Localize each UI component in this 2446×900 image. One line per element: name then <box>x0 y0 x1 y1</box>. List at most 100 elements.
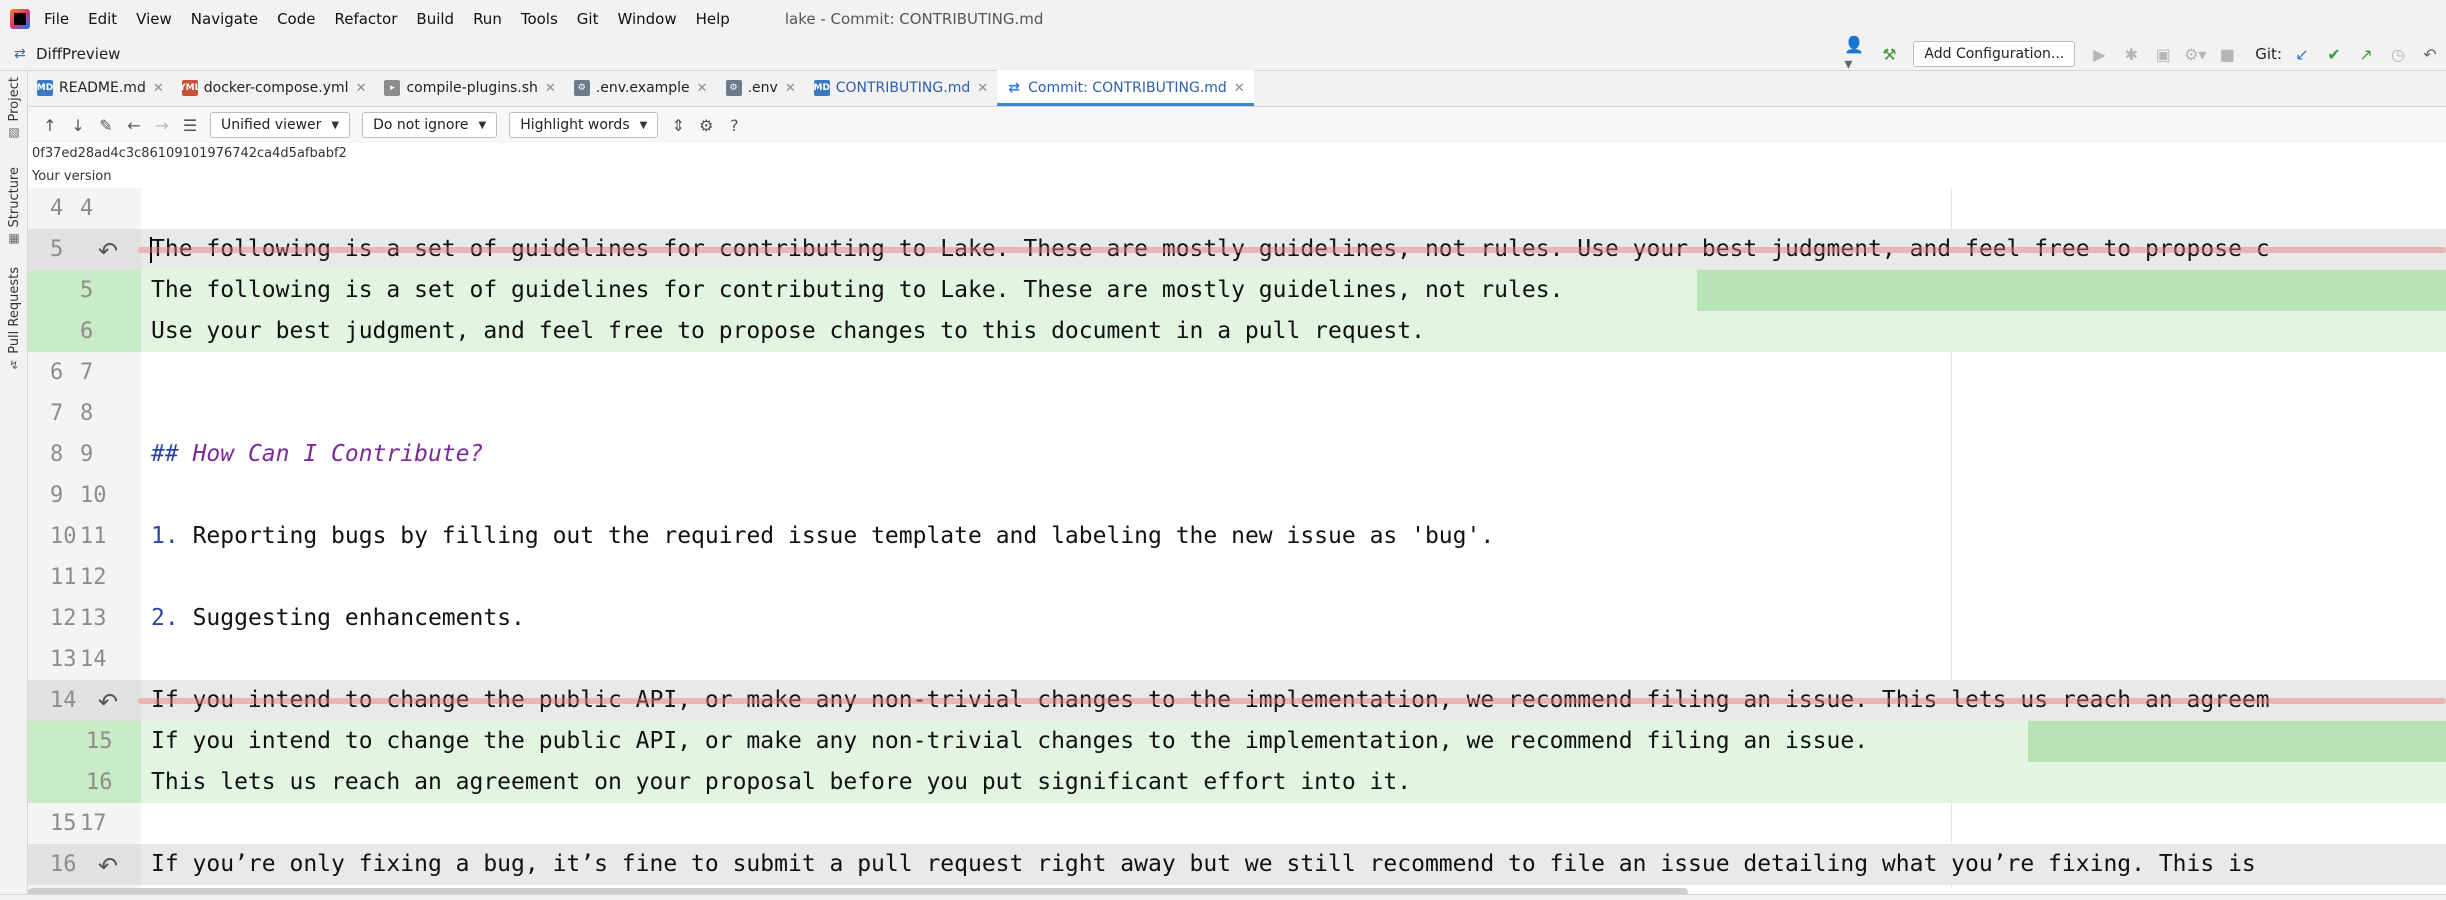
add-configuration-button[interactable]: Add Configuration... <box>1913 41 2076 67</box>
revert-change-icon[interactable]: ↶ <box>98 852 118 880</box>
coverage-icon[interactable]: ▣ <box>2150 41 2176 67</box>
menu-help[interactable]: Help <box>696 10 730 28</box>
edit-source-icon[interactable]: ✎ <box>92 111 120 139</box>
structure-tool-button[interactable]: Structure ▦ <box>0 167 28 245</box>
tab-commit-contributing[interactable]: ⇄ Commit: CONTRIBUTING.md ✕ <box>997 70 1254 106</box>
diff-icon: ⇄ <box>14 45 26 62</box>
file-list-icon[interactable]: ☰ <box>176 111 204 139</box>
highlight-mode-value: Highlight words <box>520 117 630 133</box>
tab-env[interactable]: ⚙ .env ✕ <box>717 70 805 106</box>
new-line-number: 17 <box>80 811 107 836</box>
diff-line[interactable]: 11 12 <box>28 557 2446 598</box>
profile-icon[interactable]: ⚙▾ <box>2182 41 2208 67</box>
help-button[interactable]: ? <box>720 111 748 139</box>
added-line[interactable]: 15 If you intend to change the public AP… <box>28 721 2446 762</box>
new-line-number: 10 <box>80 483 107 508</box>
line-numbers: 15 17 <box>28 803 141 844</box>
menu-navigate[interactable]: Navigate <box>191 10 258 28</box>
tab-env-example[interactable]: ⚙ .env.example ✕ <box>565 70 717 106</box>
deletion-strikethrough <box>138 247 2446 253</box>
menu-refactor[interactable]: Refactor <box>334 10 397 28</box>
menu-code[interactable]: Code <box>277 10 315 28</box>
navbar-actions: 👤▾ ⚒ Add Configuration... ▶ ✱ ▣ ⚙▾ ■ Git… <box>1841 35 2446 73</box>
build-hammer-icon[interactable]: ⚒ <box>1876 41 1902 67</box>
new-line-number: 6 <box>80 319 94 344</box>
close-icon[interactable]: ✕ <box>785 81 796 96</box>
git-history-icon[interactable]: ◷ <box>2385 41 2411 67</box>
line-numbers: 15 <box>28 721 141 762</box>
added-line[interactable]: 6 Use your best judgment, and feel free … <box>28 311 2446 352</box>
menu-run[interactable]: Run <box>473 10 502 28</box>
menu-git[interactable]: Git <box>577 10 599 28</box>
menu-edit[interactable]: Edit <box>88 10 117 28</box>
git-rollback-icon[interactable]: ↶ <box>2417 41 2443 67</box>
diff-line[interactable]: 12 13 2. Suggesting enhancements. <box>28 598 2446 639</box>
close-icon[interactable]: ✕ <box>153 81 164 96</box>
deleted-line[interactable]: 5 ↶ The following is a set of guidelines… <box>28 229 2446 270</box>
diff-line[interactable]: 15 17 <box>28 803 2446 844</box>
tab-compile-plugins[interactable]: ▸ compile-plugins.sh ✕ <box>375 70 564 106</box>
line-numbers: 6 7 <box>28 352 141 393</box>
diff-line[interactable]: 13 14 <box>28 639 2446 680</box>
next-difference-icon[interactable]: ↓ <box>64 111 92 139</box>
collapse-unchanged-icon[interactable]: ⇕ <box>664 111 692 139</box>
added-line[interactable]: 16 This lets us reach an agreement on yo… <box>28 762 2446 803</box>
diff-line[interactable]: 8 9 ## How Can I Contribute? <box>28 434 2446 475</box>
diff-editor[interactable]: 4 4 5 ↶ The following is a set of guidel… <box>28 188 2446 888</box>
stop-icon[interactable]: ■ <box>2214 41 2240 67</box>
pull-requests-tool-button[interactable]: Pull Requests ↯ <box>0 267 28 372</box>
revert-change-icon[interactable]: ↶ <box>98 688 118 716</box>
tab-label: docker-compose.yml <box>203 80 349 96</box>
settings-gear-icon[interactable]: ⚙ <box>692 111 720 139</box>
diff-line[interactable]: 6 7 <box>28 352 2446 393</box>
revert-change-icon[interactable]: ↶ <box>98 237 118 265</box>
added-line[interactable]: 5 The following is a set of guidelines f… <box>28 270 2446 311</box>
viewer-mode-dropdown[interactable]: Unified viewer ▼ <box>210 112 351 138</box>
old-line-number: 16 <box>50 852 77 877</box>
deleted-line[interactable]: 14 ↶ If you intend to change the public … <box>28 680 2446 721</box>
close-icon[interactable]: ✕ <box>1234 81 1245 96</box>
line-text: 2. Suggesting enhancements. <box>151 598 525 639</box>
highlight-mode-dropdown[interactable]: Highlight words ▼ <box>509 112 659 138</box>
new-line-number: 15 <box>86 729 113 754</box>
previous-difference-icon[interactable]: ↑ <box>36 111 64 139</box>
status-bar <box>0 894 2446 900</box>
git-commit-icon[interactable]: ✔ <box>2321 41 2347 67</box>
menu-build[interactable]: Build <box>416 10 454 28</box>
diff-line[interactable]: 4 4 <box>28 188 2446 229</box>
close-icon[interactable]: ✕ <box>545 81 556 96</box>
old-line-number: 6 <box>50 360 64 385</box>
new-line-number: 16 <box>86 770 113 795</box>
close-icon[interactable]: ✕ <box>356 81 367 96</box>
whitespace-ignore-dropdown[interactable]: Do not ignore ▼ <box>362 112 498 138</box>
git-update-icon[interactable]: ↙ <box>2289 41 2315 67</box>
tab-readme[interactable]: MD README.md ✕ <box>28 70 173 106</box>
user-account-icon[interactable]: 👤▾ <box>1844 35 1870 73</box>
run-icon[interactable]: ▶ <box>2086 41 2112 67</box>
diff-line[interactable]: 10 11 1. Reporting bugs by filling out t… <box>28 516 2446 557</box>
git-push-icon[interactable]: ↗ <box>2353 41 2379 67</box>
diff-line[interactable]: 7 8 <box>28 393 2446 434</box>
editor-tabs: MD README.md ✕ YML docker-compose.yml ✕ … <box>28 70 2446 107</box>
diff-preview-breadcrumb[interactable]: ⇄ DiffPreview <box>14 45 120 63</box>
deleted-line[interactable]: 16 ↶ If you’re only fixing a bug, it’s f… <box>28 844 2446 885</box>
tab-contributing[interactable]: MD CONTRIBUTING.md ✕ <box>805 70 997 106</box>
menu-view[interactable]: View <box>136 10 172 28</box>
tab-docker-compose[interactable]: YML docker-compose.yml ✕ <box>173 70 376 106</box>
menu-tools[interactable]: Tools <box>521 10 558 28</box>
menu-file[interactable]: File <box>44 10 69 28</box>
close-icon[interactable]: ✕ <box>697 81 708 96</box>
line-numbers: 6 <box>28 311 141 352</box>
debug-icon[interactable]: ✱ <box>2118 41 2144 67</box>
line-numbers: 11 12 <box>28 557 141 598</box>
back-arrow-icon[interactable]: ← <box>120 111 148 139</box>
added-word-highlight <box>2028 721 2446 762</box>
forward-arrow-icon[interactable]: → <box>148 111 176 139</box>
diff-line[interactable]: 9 10 <box>28 475 2446 516</box>
old-line-number: 9 <box>50 483 64 508</box>
menu-window[interactable]: Window <box>617 10 676 28</box>
project-tool-button[interactable]: Project ▧ <box>0 77 28 139</box>
line-numbers: 10 11 <box>28 516 141 557</box>
old-line-number: 14 <box>50 688 77 713</box>
close-icon[interactable]: ✕ <box>977 81 988 96</box>
